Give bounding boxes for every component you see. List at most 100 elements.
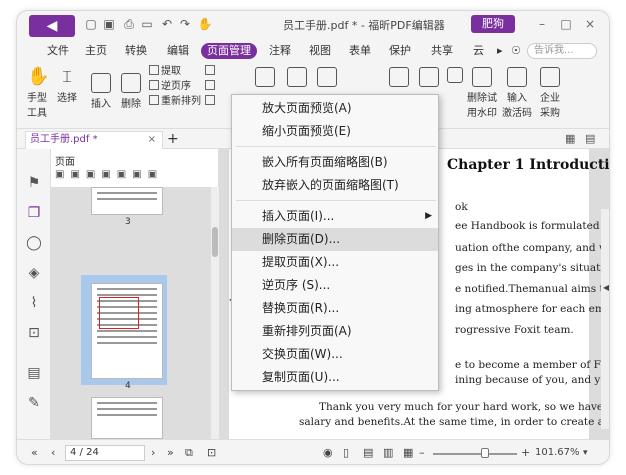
- reading-mode-icon[interactable]: ◉: [323, 446, 333, 460]
- continuous-icon[interactable]: ▤: [363, 446, 373, 460]
- menu-item-shrink-preview[interactable]: 缩小页面预览(E): [232, 120, 438, 143]
- search-input[interactable]: 告诉我...: [527, 43, 597, 59]
- single-page-icon[interactable]: ▯: [343, 446, 349, 460]
- tab-protect[interactable]: 保护: [385, 43, 415, 59]
- activation-code-button[interactable]: 输入 激活码: [501, 67, 533, 119]
- two-page-icon[interactable]: ▥: [383, 446, 393, 460]
- bookmark-icon[interactable]: ⚑: [26, 175, 42, 191]
- menu-item-discard-thumbnails[interactable]: 放弃嵌入的页面缩略图(T): [232, 174, 438, 197]
- user-button[interactable]: 肥狗: [471, 15, 515, 33]
- tab-page-management[interactable]: 页面管理: [201, 43, 257, 59]
- panel-toggle-icon[interactable]: ▤: [585, 132, 595, 145]
- select-button[interactable]: ⌶ 选择: [53, 67, 81, 104]
- zoom-level[interactable]: 101.67%: [535, 446, 580, 460]
- menu-item-insert-page[interactable]: 插入页面(I)... ▶: [232, 205, 438, 228]
- extract-button[interactable]: 提取: [149, 65, 181, 79]
- ribbon-options-icon[interactable]: ☉: [507, 43, 525, 59]
- signature-icon[interactable]: ✎: [26, 395, 42, 411]
- hand-quick-icon[interactable]: ✋: [197, 17, 213, 31]
- small-tool-2[interactable]: [205, 80, 217, 94]
- menu-item-enlarge-preview[interactable]: 放大页面预览(A): [232, 97, 438, 120]
- open-icon[interactable]: ▢: [83, 17, 99, 31]
- thumbnail-tools[interactable]: ▣▣▣▣▣▣▣: [55, 169, 163, 180]
- pages-icon[interactable]: ❐: [26, 205, 42, 221]
- zoom-dropdown-icon[interactable]: ▾: [583, 446, 588, 460]
- tab-file[interactable]: 文件: [43, 43, 73, 59]
- insert-button[interactable]: 插入: [87, 73, 115, 110]
- view-mode-icon[interactable]: ⧉: [185, 446, 193, 460]
- page-thumbnail-5[interactable]: [91, 397, 163, 439]
- tab-home[interactable]: 主页: [81, 43, 111, 59]
- page-thumbnail-3[interactable]: [91, 187, 163, 215]
- new-file-icon[interactable]: ▭: [139, 17, 155, 31]
- collapse-right-icon[interactable]: ◀: [603, 283, 609, 292]
- tab-share[interactable]: 共享: [427, 43, 457, 59]
- app-logo-icon[interactable]: ◀: [29, 15, 75, 37]
- comment-icon[interactable]: ◯: [26, 235, 42, 251]
- menu-item-embed-thumbnails[interactable]: 嵌入所有页面缩略图(B): [232, 151, 438, 174]
- zoom-in-icon[interactable]: +: [521, 446, 530, 460]
- new-tab-button[interactable]: +: [167, 131, 179, 147]
- save-icon[interactable]: ▣: [101, 17, 117, 31]
- delete-page-icon: [121, 73, 141, 93]
- small-tool-1[interactable]: [205, 65, 217, 79]
- prev-page-icon[interactable]: ‹: [51, 446, 55, 460]
- page-number-input[interactable]: 4 / 24: [65, 445, 145, 461]
- menu-item-extract-page[interactable]: 提取页面(X)...: [232, 251, 438, 274]
- thumbnail-scrollbar[interactable]: [211, 187, 219, 439]
- reverse-button[interactable]: 逆页序: [149, 80, 191, 94]
- attachment-icon[interactable]: ⌇: [26, 295, 42, 311]
- grid-view-icon[interactable]: ▦: [565, 132, 575, 145]
- menu-item-replace-page[interactable]: 替换页面(R)...: [232, 297, 438, 320]
- first-page-icon[interactable]: «: [31, 446, 38, 460]
- maximize-icon[interactable]: □: [557, 15, 575, 33]
- insert-page-icon: [91, 73, 111, 93]
- print-icon[interactable]: ⎙: [121, 17, 137, 31]
- tab-comment[interactable]: 注释: [265, 43, 295, 59]
- close-window-icon[interactable]: ×: [581, 15, 599, 33]
- layers-icon[interactable]: ◈: [26, 265, 42, 281]
- document-tab[interactable]: 员工手册.pdf * ×: [25, 131, 163, 149]
- fit-page-icon[interactable]: ⊡: [207, 446, 216, 460]
- reorder-button[interactable]: 重新排列: [149, 95, 201, 109]
- scrollbar-thumb[interactable]: [212, 227, 218, 257]
- menu-item-reorder-pages[interactable]: 重新排列页面(A): [232, 320, 438, 343]
- tab-convert[interactable]: 转换: [121, 43, 151, 59]
- tab-form[interactable]: 表单: [345, 43, 375, 59]
- menu-item-delete-page[interactable]: 删除页面(D)...: [232, 228, 438, 251]
- more-tabs-icon[interactable]: ▸: [493, 43, 507, 59]
- hand-tool-button[interactable]: ✋ 手型 工具: [23, 67, 51, 120]
- zoom-slider[interactable]: [433, 453, 517, 455]
- thumbnail-view-area[interactable]: [99, 297, 139, 329]
- enterprise-purchase-button[interactable]: 企业 采购: [535, 67, 565, 119]
- zoom-slider-handle[interactable]: [481, 448, 489, 458]
- zoom-out-icon[interactable]: –: [419, 446, 425, 460]
- menu-item-reverse-pages[interactable]: 逆页序 (S)...: [232, 274, 438, 297]
- tab-view[interactable]: 视图: [305, 43, 335, 59]
- lock-icon[interactable]: ⊡: [26, 325, 42, 341]
- delete-trial-watermark-button[interactable]: 删除试 用水印: [465, 67, 499, 119]
- close-tab-icon[interactable]: ×: [148, 132, 156, 148]
- last-page-icon[interactable]: »: [167, 446, 174, 460]
- tool-background-button[interactable]: [417, 67, 441, 89]
- tool-crop-button[interactable]: [285, 67, 309, 89]
- thumbnail-area: 3 4: [51, 187, 211, 439]
- delete-button[interactable]: 删除: [117, 73, 145, 110]
- tool-watermark-button[interactable]: [387, 67, 411, 89]
- document-icon[interactable]: ▤: [26, 365, 42, 381]
- doc-line: e to become a member of Foxit: [455, 359, 610, 371]
- small-tool-3[interactable]: [205, 95, 217, 109]
- redo-icon[interactable]: ↷: [177, 17, 193, 31]
- tool-header-button[interactable]: [315, 67, 339, 89]
- tab-cloud[interactable]: 云: [469, 43, 488, 59]
- tool-format-button[interactable]: [445, 67, 465, 85]
- document-scrollbar[interactable]: [601, 209, 609, 429]
- tool-split-button[interactable]: [253, 67, 277, 89]
- menu-item-swap-pages[interactable]: 交换页面(W)...: [232, 343, 438, 366]
- menu-item-copy-page[interactable]: 复制页面(U)...: [232, 366, 438, 389]
- tab-edit[interactable]: 编辑: [163, 43, 193, 59]
- two-page-continuous-icon[interactable]: ▦: [403, 446, 413, 460]
- minimize-icon[interactable]: –: [533, 15, 551, 33]
- undo-icon[interactable]: ↶: [159, 17, 175, 31]
- next-page-icon[interactable]: ›: [151, 446, 155, 460]
